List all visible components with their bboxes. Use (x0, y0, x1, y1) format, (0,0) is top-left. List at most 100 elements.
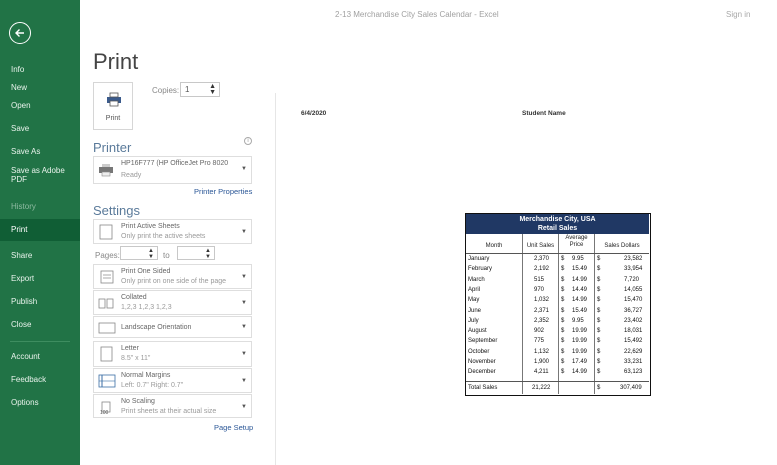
chevron-down-icon: ▼ (241, 351, 247, 357)
printer-properties-link[interactable]: Printer Properties (194, 187, 252, 196)
collated-label: Collated (121, 294, 147, 301)
table-row: June 2,371 $15.49 $36,727 (466, 307, 649, 316)
preview-header-date: 6/4/2020 (301, 110, 327, 117)
spinner-icon[interactable]: ▲ ▼ (205, 248, 211, 260)
currency-sign: $ (561, 276, 565, 283)
nav-feedback[interactable]: Feedback (0, 369, 80, 391)
active-sheets-label: Print Active Sheets (121, 223, 180, 230)
currency-sign: $ (597, 317, 601, 324)
nav-print[interactable]: Print (0, 219, 80, 241)
chevron-down-icon: ▼ (241, 378, 247, 384)
copies-label: Copies: (152, 86, 180, 95)
header-rule (466, 253, 649, 254)
currency-sign: $ (597, 359, 601, 365)
sales-dollars-cell: 15,492 (624, 338, 643, 345)
currency-sign: $ (597, 328, 601, 335)
avg-price-cell: 19.99 (572, 328, 588, 335)
margins-desc: Left: 0.7" Right: 0.7" (121, 382, 184, 389)
table-row: April 970 $14.49 $14,055 (466, 286, 649, 295)
pages-to-input[interactable]: ▲ ▼ (177, 246, 215, 260)
scaling-dropdown[interactable]: 100 No Scaling Print sheets at their act… (93, 394, 252, 418)
nav-publish[interactable]: Publish (0, 291, 80, 313)
nav-save-as-adobe-pdf[interactable]: Save as Adobe PDF (0, 163, 80, 187)
chevron-down-icon: ▼ (241, 404, 247, 410)
currency-sign: $ (561, 317, 565, 324)
unit-sales-cell: 1,132 (534, 348, 550, 355)
avg-price-cell: 19.99 (572, 338, 588, 345)
print-button-label: Print (105, 115, 121, 122)
avg-price-cell: 9.95 (572, 317, 584, 324)
page-setup-link[interactable]: Page Setup (214, 423, 253, 432)
nav-export[interactable]: Export (0, 268, 80, 290)
chevron-down-icon: ▼ (241, 274, 247, 280)
printer-device-icon (98, 163, 114, 182)
currency-sign: $ (597, 286, 601, 293)
col-header-avg-price: Average Price (565, 235, 588, 248)
unit-sales-cell: 4,211 (534, 369, 549, 376)
nav-options[interactable]: Options (0, 392, 80, 414)
sales-dollars-cell: 7,720 (624, 276, 640, 283)
avg-price-cell: 17.49 (572, 359, 588, 365)
scaling-desc: Print sheets at their actual size (121, 408, 217, 415)
sign-in-link[interactable]: Sign in (726, 10, 750, 19)
nav-close[interactable]: Close (0, 314, 80, 336)
currency-sign: $ (561, 328, 565, 335)
one-sided-icon (98, 270, 116, 289)
sheet-header: Merchandise City, USA Retail Sales (466, 214, 649, 234)
sales-dollars-cell: 23,402 (624, 317, 643, 324)
copies-input[interactable]: 1 ▲ ▼ (180, 82, 220, 97)
scaling-label: No Scaling (121, 398, 155, 405)
pages-to-label: to (163, 251, 170, 260)
back-arrow-icon[interactable] (9, 22, 31, 44)
copies-value: 1 (185, 85, 190, 94)
currency-sign: $ (561, 297, 565, 304)
nav-save-as[interactable]: Save As (0, 141, 80, 163)
avg-price-cell: 15.49 (572, 307, 588, 314)
unit-sales-cell: 2,370 (534, 256, 550, 262)
collation-dropdown[interactable]: Collated 1,2,3 1,2,3 1,2,3 ▼ (93, 290, 252, 315)
orientation-dropdown[interactable]: Landscape Orientation ▼ (93, 316, 252, 338)
printer-status: Ready (121, 172, 142, 179)
total-rule (466, 381, 649, 382)
margins-icon (98, 373, 116, 394)
preview-sheet: Merchandise City, USA Retail Sales Month… (465, 213, 651, 396)
avg-price-cell: 14.49 (572, 286, 588, 293)
excel-backstage-print: Info New Open Save Save As Save as Adobe… (0, 0, 777, 465)
currency-sign: $ (597, 307, 601, 314)
one-sided-desc: Only print on one side of the page (121, 278, 227, 285)
table-row: November 1,900 $17.49 $33,231 (466, 358, 649, 367)
backstage-sidebar: Info New Open Save Save As Save as Adobe… (0, 0, 80, 465)
margins-dropdown[interactable]: Normal Margins Left: 0.7" Right: 0.7" ▼ (93, 368, 252, 393)
month-cell: April (468, 286, 481, 293)
sales-dollars-cell: 23,582 (624, 256, 643, 262)
month-cell: March (468, 276, 485, 283)
unit-sales-cell: 1,900 (534, 359, 550, 365)
nav-account[interactable]: Account (0, 346, 80, 368)
table-row: August 902 $19.99 $18,031 (466, 327, 649, 336)
spinner-icon[interactable]: ▲ ▼ (148, 248, 154, 260)
collated-desc: 1,2,3 1,2,3 1,2,3 (121, 304, 172, 311)
spinner-icon[interactable]: ▲ ▼ (209, 83, 216, 96)
paper-size-dropdown[interactable]: Letter 8.5" x 11" ▼ (93, 341, 252, 367)
info-icon[interactable]: i (244, 137, 252, 145)
currency-sign: $ (597, 338, 601, 345)
currency-sign: $ (561, 307, 565, 314)
printer-name: HP16F777 (HP OfficeJet Pro 8020 (121, 160, 229, 167)
landscape-icon (98, 321, 116, 340)
nav-share[interactable]: Share (0, 245, 80, 267)
pages-from-input[interactable]: ▲ ▼ (120, 246, 158, 260)
print-what-dropdown[interactable]: Print Active Sheets Only print the activ… (93, 219, 252, 244)
nav-open[interactable]: Open (0, 95, 80, 117)
currency-sign: $ (597, 297, 601, 304)
sides-dropdown[interactable]: Print One Sided Only print on one side o… (93, 264, 252, 289)
currency-sign: $ (561, 359, 565, 365)
printer-dropdown[interactable]: HP16F777 (HP OfficeJet Pro 8020 Ready ▼ (93, 156, 252, 184)
total-row: Total Sales 21,222 $ 307,409 (466, 384, 649, 393)
print-button[interactable]: Print (93, 82, 133, 130)
currency-sign: $ (561, 256, 565, 262)
preview-header-name: Student Name (522, 110, 566, 117)
table-row: September 775 $19.99 $15,492 (466, 337, 649, 346)
nav-save[interactable]: Save (0, 118, 80, 140)
month-cell: September (468, 338, 498, 345)
settings-section-title: Settings (93, 203, 140, 218)
